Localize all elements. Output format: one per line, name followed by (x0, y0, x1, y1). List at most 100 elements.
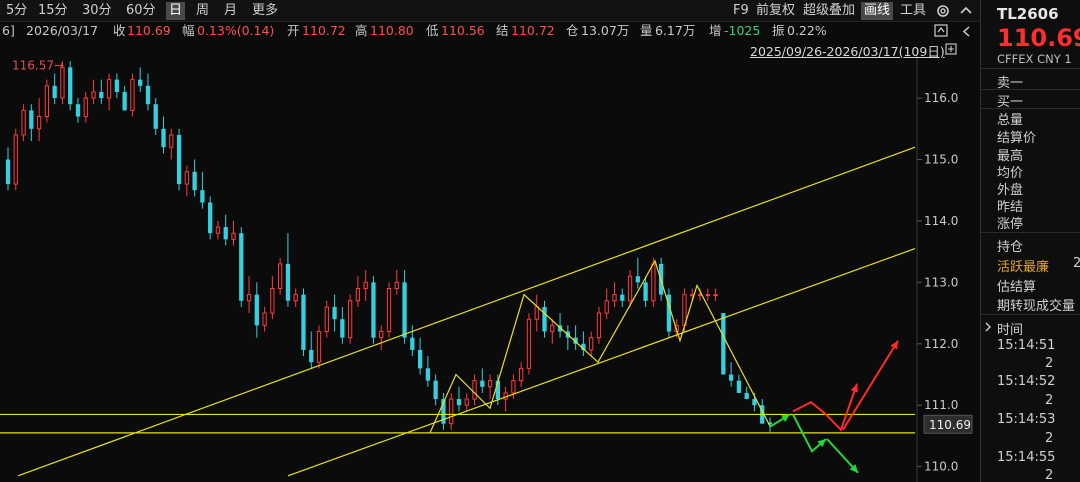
candle-body (278, 263, 283, 289)
chevron-left-icon[interactable] (962, 26, 972, 37)
candle-body (239, 233, 244, 301)
candle-body (744, 392, 749, 400)
candle-body (176, 134, 182, 185)
last-price: 110.69 (997, 24, 1080, 52)
price-axis-tick-label: 113.0 (924, 275, 958, 289)
close-value: 110.69 (127, 23, 171, 38)
candle-body (270, 288, 275, 314)
tools-button[interactable]: 工具 (900, 2, 926, 20)
candle-body (215, 226, 221, 234)
candle-body (122, 91, 127, 111)
candle-body (75, 104, 81, 117)
candle-body (68, 67, 73, 105)
open-label: 开 (287, 23, 300, 38)
candle-body (347, 300, 353, 339)
candle-body (394, 281, 399, 290)
exchange-code: CFFEX (997, 52, 1034, 66)
date-range[interactable]: 2025/09/26-2026/03/17(109日) (750, 41, 945, 60)
stat-settle-price: 结算价 (997, 131, 1037, 146)
period-toolbar: 5分 15分 30分 60分 日 周 月 更多 F9 前复权 超级叠加 画线 工… (0, 0, 980, 22)
tick-qty: 2 (1045, 393, 1054, 408)
open-interest-label: 持仓 (997, 240, 1024, 255)
candle-body (192, 171, 197, 191)
candle-body (36, 116, 42, 130)
tick-time: 15:14:51 (997, 338, 1056, 353)
amp-label: 幅 (182, 23, 195, 38)
candle-body (301, 294, 306, 350)
candle-body (99, 91, 104, 99)
range-edit-icon[interactable] (945, 43, 957, 55)
candle-body (262, 312, 267, 326)
candle-body (472, 380, 477, 400)
period-30min[interactable]: 30分 (82, 2, 112, 20)
candle-body (309, 349, 314, 363)
candle-body (363, 281, 368, 290)
chevron-up-icon[interactable] (960, 5, 972, 15)
tick-time: 15:14:52 (997, 374, 1056, 389)
candle-body (145, 85, 151, 105)
candle-body (106, 79, 112, 99)
candle-body (208, 202, 213, 234)
candle-body (620, 294, 625, 301)
bullish-arrow-small-head (850, 383, 859, 393)
export-icon[interactable] (934, 24, 948, 37)
open-value: 110.72 (302, 23, 346, 38)
current-price-tag-label: 110.69 (929, 418, 971, 432)
price-trail: 1 (1064, 52, 1072, 66)
candle-body (285, 263, 291, 301)
channel-upper-line (17, 146, 916, 477)
candle-body (713, 294, 718, 297)
expand-right-icon[interactable] (983, 322, 993, 332)
period-week[interactable]: 周 (196, 2, 209, 20)
currency-code: CNY (1037, 52, 1061, 66)
candle-body (433, 380, 438, 400)
time-header: 时间 (997, 323, 1024, 338)
candle-body (612, 294, 617, 302)
candle-body (511, 380, 516, 394)
candle-body (316, 331, 322, 363)
period-60min[interactable]: 60分 (126, 2, 156, 20)
settings-gear-icon[interactable] (936, 4, 950, 18)
high-price-marker: 116.57→ (12, 58, 64, 72)
overlay-button[interactable]: 超级叠加 (803, 2, 855, 20)
f9-button[interactable]: F9 (733, 2, 749, 20)
quote-side-panel: TL2606 110.69 CFFEX CNY 1 卖一 买一 总量 结算价 最… (980, 0, 1080, 482)
settle-value: 110.72 (511, 23, 555, 38)
candle-body (635, 276, 640, 283)
candle-body (13, 134, 18, 185)
high-value: 110.80 (370, 23, 414, 38)
candle-body (627, 275, 633, 302)
vol-value: 6.17万 (655, 23, 696, 38)
candle-body (184, 171, 189, 185)
adjust-button[interactable]: 前复权 (756, 2, 795, 20)
candle-body (386, 288, 392, 332)
candlestick-chart: 116.57→ 116.0 115.0 114.0 113.0 112.0 111.0 11… (0, 48, 973, 482)
candle-body (589, 337, 594, 351)
period-day[interactable]: 日 (166, 2, 186, 20)
tick-qty: 2 (1045, 431, 1054, 446)
candle-body (153, 104, 158, 129)
candle-body (254, 294, 259, 326)
candle-body (52, 85, 57, 99)
candle-body (519, 367, 524, 382)
quote-date: 2026/03/17 (26, 23, 99, 38)
price-axis-tick-label: 115.0 (924, 153, 958, 167)
candle-body (200, 190, 205, 203)
period-15min[interactable]: 15分 (38, 2, 68, 20)
swing-value: 0.22% (787, 23, 827, 38)
period-month[interactable]: 月 (224, 2, 237, 20)
price-axis-tick-label: 112.0 (924, 337, 958, 351)
candle-body (480, 380, 485, 387)
period-5min[interactable]: 5分 (6, 2, 27, 20)
candle-body (410, 337, 415, 350)
draw-line-button[interactable]: 画线 (861, 2, 894, 20)
period-more[interactable]: 更多 (252, 2, 278, 20)
candle-body (169, 134, 174, 148)
candle-body (130, 79, 135, 111)
tick-time: 15:14:55 (997, 450, 1056, 465)
stat-limit-up: 涨停 (997, 217, 1024, 232)
candle-body (371, 282, 376, 338)
low-label: 低 (426, 23, 439, 38)
candle-body (542, 306, 547, 332)
candle-body (456, 399, 462, 406)
